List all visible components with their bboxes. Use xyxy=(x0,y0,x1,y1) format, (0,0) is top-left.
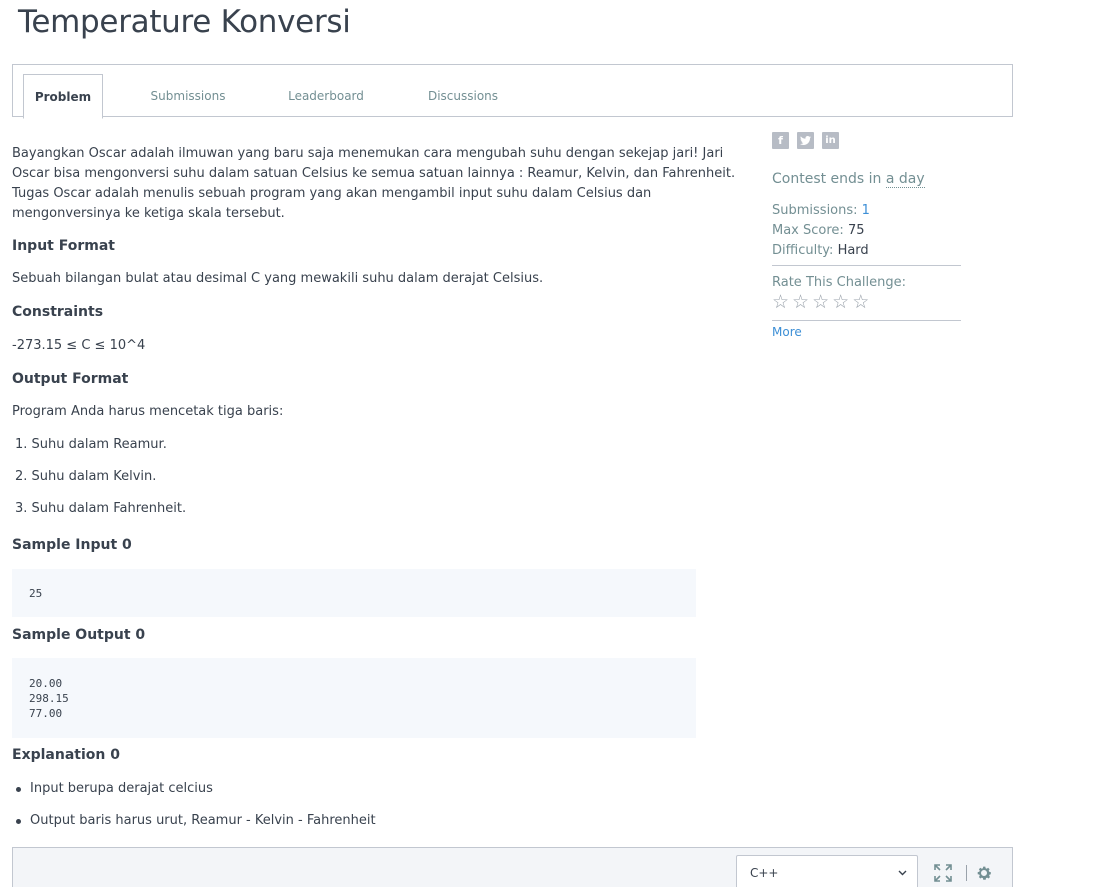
rating-stars: ☆ ☆ ☆ ☆ ☆ xyxy=(772,293,962,312)
challenge-tabs: Problem Submissions Leaderboard Discussi… xyxy=(12,64,1013,119)
input-format-heading: Input Format xyxy=(12,238,115,254)
more-link[interactable]: More xyxy=(772,324,962,340)
star-icon[interactable]: ☆ xyxy=(772,293,789,312)
facebook-icon[interactable]: f xyxy=(772,132,789,149)
constraints-text: -273.15 ≤ C ≤ 10^4 xyxy=(12,338,146,353)
language-select-value: C++ xyxy=(750,866,779,880)
chevron-down-icon xyxy=(898,866,907,879)
sidebar-divider xyxy=(772,265,961,266)
contest-time: a day xyxy=(885,171,925,188)
star-icon[interactable]: ☆ xyxy=(852,293,869,312)
toolbar-separator xyxy=(966,865,967,881)
sample-output-block: 20.00 298.15 77.00 xyxy=(12,658,696,738)
output-format-text: Program Anda harus mencetak tiga baris: xyxy=(12,404,284,419)
tab-submissions[interactable]: Submissions xyxy=(148,74,228,118)
tab-discussions[interactable]: Discussions xyxy=(423,74,503,118)
intro-line: Bayangkan Oscar adalah ilmuwan yang baru… xyxy=(12,146,724,161)
max-score-value: 75 xyxy=(847,223,865,238)
max-score-label: Max Score: xyxy=(772,223,844,238)
difficulty-label: Difficulty: xyxy=(772,243,834,258)
constraints-heading: Constraints xyxy=(12,304,104,320)
contest-timer: Contest ends in a day xyxy=(772,171,962,188)
submissions-count[interactable]: 1 xyxy=(862,203,870,218)
star-icon[interactable]: ☆ xyxy=(792,293,809,312)
sidebar-divider xyxy=(772,320,961,321)
page-title: Temperature Konversi xyxy=(18,4,351,40)
twitter-icon[interactable] xyxy=(797,132,814,149)
linkedin-icon[interactable]: in xyxy=(822,132,839,149)
explanation-heading: Explanation 0 xyxy=(12,747,120,763)
submissions-label: Submissions: xyxy=(772,203,858,218)
share-buttons: f in xyxy=(772,132,962,149)
rate-challenge-label: Rate This Challenge: xyxy=(772,275,907,290)
output-list-item: 1. Suhu dalam Reamur. xyxy=(15,437,167,452)
output-format-heading: Output Format xyxy=(12,371,129,387)
fullscreen-icon[interactable] xyxy=(934,864,952,887)
explanation-item: Input berupa derajat celcius xyxy=(12,779,692,799)
gear-icon[interactable] xyxy=(975,864,993,887)
editor-toolbar: C++ xyxy=(12,847,1013,887)
tab-leaderboard[interactable]: Leaderboard xyxy=(283,74,369,118)
contest-ends-label: Contest ends in xyxy=(772,171,882,187)
language-select[interactable]: C++ xyxy=(736,855,918,887)
sample-input-heading: Sample Input 0 xyxy=(12,537,132,553)
output-list-item: 2. Suhu dalam Kelvin. xyxy=(15,469,157,484)
input-format-text: Sebuah bilangan bulat atau desimal C yan… xyxy=(12,271,544,286)
explanation-list: Input berupa derajat celcius Output bari… xyxy=(12,779,692,831)
star-icon[interactable]: ☆ xyxy=(812,293,829,312)
sample-input-block: 25 xyxy=(12,569,696,617)
challenge-sidebar: f in Contest ends in a day Submissions: … xyxy=(772,132,962,340)
intro-line: Oscar bisa mengonversi suhu dalam satuan… xyxy=(12,166,736,181)
star-icon[interactable]: ☆ xyxy=(832,293,849,312)
explanation-item: Output baris harus urut, Reamur - Kelvin… xyxy=(12,811,692,831)
challenge-stats: Submissions: 1 Max Score: 75 Difficulty:… xyxy=(772,201,962,261)
output-list-item: 3. Suhu dalam Fahrenheit. xyxy=(15,501,187,516)
intro-line: mengonversinya ke ketiga skala tersebut. xyxy=(12,206,285,221)
tab-problem[interactable]: Problem xyxy=(23,74,103,119)
intro-line: Tugas Oscar adalah menulis sebuah progra… xyxy=(12,186,652,201)
sample-output-heading: Sample Output 0 xyxy=(12,627,146,643)
difficulty-value: Hard xyxy=(837,243,869,258)
